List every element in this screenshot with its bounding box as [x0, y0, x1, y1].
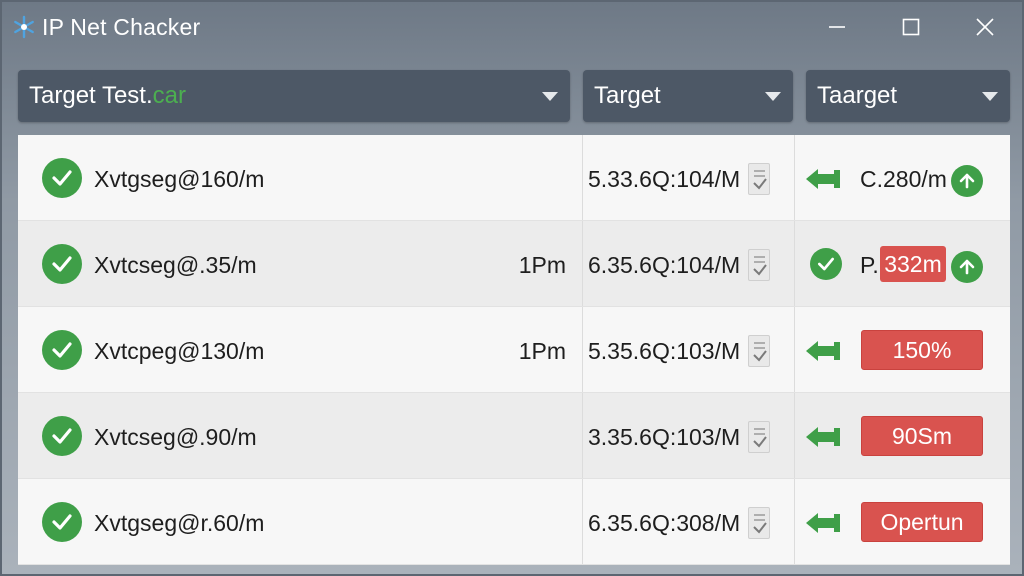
chevron-down-icon [982, 92, 998, 101]
table-row[interactable]: Xvtcseg@.90/m 3.35.6Q:103/M 90Sm [18, 393, 1010, 479]
pin-icon [804, 510, 842, 536]
document-check-icon[interactable] [748, 163, 770, 195]
check-circle-icon [42, 416, 82, 456]
dropdown-accent-label: car [152, 82, 186, 109]
ip-cell: 6.35.6Q:308/M [588, 510, 741, 536]
host-cell: Xvtgseg@r.60/m [94, 510, 265, 536]
check-circle-icon [810, 248, 842, 280]
column-divider [582, 135, 583, 220]
maximize-button[interactable] [874, 2, 948, 52]
table-row[interactable]: Xvtcseg@.35/m 1Pm 6.35.6Q:104/M P. 332m [18, 221, 1010, 307]
table-row[interactable]: Xvtcpeg@130/m 1Pm 5.35.6Q:103/M 150% [18, 307, 1010, 393]
check-circle-icon [42, 330, 82, 370]
document-check-icon[interactable] [748, 335, 770, 367]
ip-cell: 3.35.6Q:103/M [588, 424, 741, 450]
check-circle-icon [42, 244, 82, 284]
ip-cell: 6.35.6Q:104/M [588, 252, 741, 278]
time-cell: 1Pm [518, 252, 566, 278]
chevron-down-icon [765, 92, 781, 101]
time-cell: 1Pm [518, 338, 566, 364]
column-divider [582, 479, 583, 564]
dropdown-label: Target [594, 82, 661, 109]
dropdown-label: Taarget [817, 82, 898, 109]
pin-icon [804, 424, 842, 450]
target-dropdown[interactable]: Target [583, 70, 793, 122]
results-table: Xvtgseg@160/m 5.33.6Q:104/M C.280/m Xvtcseg… [18, 135, 1010, 565]
filter-header: Target Test. car Target Taarget [18, 70, 1010, 122]
maximize-icon [902, 18, 920, 36]
close-icon [976, 18, 994, 36]
status-badge: 332m [880, 246, 946, 282]
minimize-button[interactable] [800, 2, 874, 52]
arrow-up-icon[interactable] [951, 165, 983, 197]
app-window: IP Net Chacker Target Test. car Target T… [0, 0, 1024, 576]
window-controls [800, 2, 1022, 52]
table-row[interactable]: Xvtgseg@160/m 5.33.6Q:104/M C.280/m [18, 135, 1010, 221]
column-divider [794, 393, 795, 478]
column-divider [794, 479, 795, 564]
check-circle-icon [42, 158, 82, 198]
column-divider [582, 307, 583, 392]
status-badge[interactable]: 150% [861, 330, 983, 370]
status-text: C.280/m [860, 166, 947, 192]
check-circle-icon [42, 502, 82, 542]
host-cell: Xvtcseg@.35/m [94, 252, 257, 278]
document-check-icon[interactable] [748, 421, 770, 453]
host-cell: Xvtgseg@160/m [94, 166, 265, 192]
host-cell: Xvtcseg@.90/m [94, 424, 257, 450]
status-badge[interactable]: Opertun [861, 502, 983, 542]
ip-cell: 5.35.6Q:103/M [588, 338, 741, 364]
host-cell: Xvtcpeg@130/m [94, 338, 265, 364]
chevron-down-icon [542, 92, 558, 101]
close-button[interactable] [948, 2, 1022, 52]
title-bar[interactable]: IP Net Chacker [2, 2, 1022, 52]
pin-icon [804, 338, 842, 364]
window-title: IP Net Chacker [42, 13, 201, 40]
status-text: P. [860, 252, 879, 278]
target-test-dropdown[interactable]: Target Test. car [18, 70, 570, 122]
pin-icon [804, 166, 842, 192]
document-check-icon[interactable] [748, 507, 770, 539]
column-divider [582, 221, 583, 306]
column-divider [794, 221, 795, 306]
column-divider [582, 393, 583, 478]
arrow-up-icon[interactable] [951, 251, 983, 283]
dropdown-label: Target Test. [29, 82, 153, 109]
ip-cell: 5.33.6Q:104/M [588, 166, 741, 192]
status-badge[interactable]: 90Sm [861, 416, 983, 456]
document-check-icon[interactable] [748, 249, 770, 281]
taarget-dropdown[interactable]: Taarget [806, 70, 1010, 122]
column-divider [794, 135, 795, 220]
minimize-icon [829, 26, 845, 28]
column-divider [794, 307, 795, 392]
snowflake-app-icon [12, 15, 36, 39]
table-row[interactable]: Xvtgseg@r.60/m 6.35.6Q:308/M Opertun [18, 479, 1010, 565]
